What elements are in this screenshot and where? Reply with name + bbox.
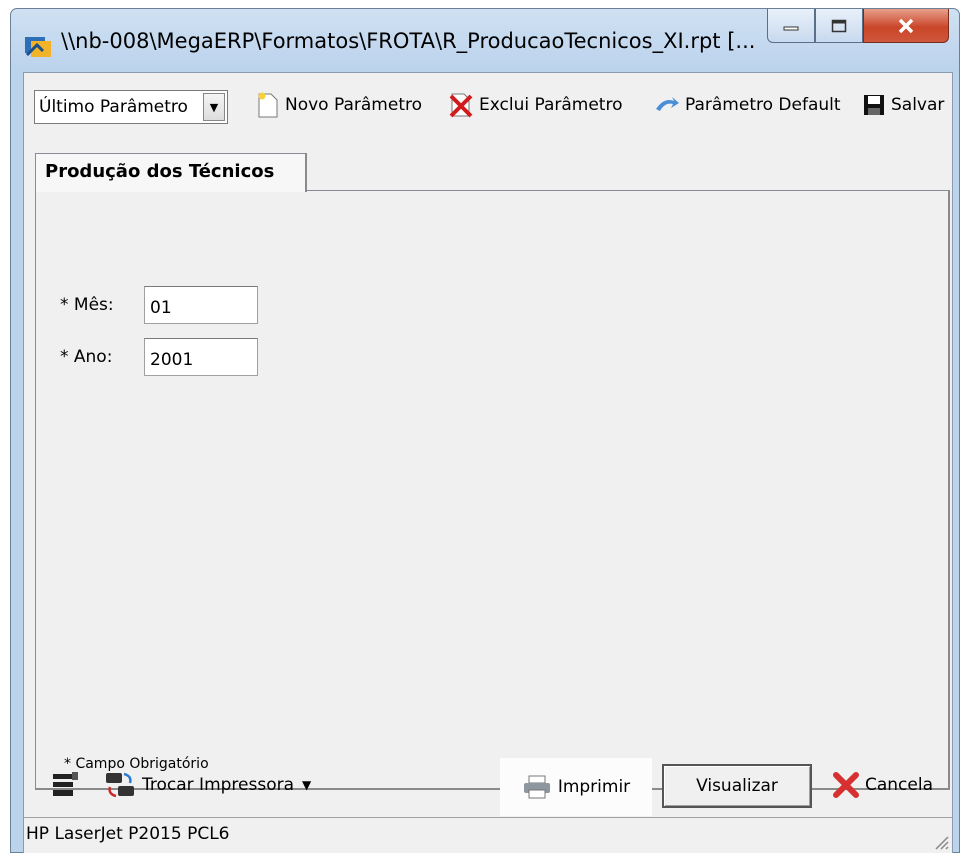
parameter-select[interactable]: Último Parâmetro ▼ — [34, 90, 228, 124]
printer-config-button[interactable] — [50, 767, 80, 803]
resize-grip-icon[interactable] — [930, 831, 950, 851]
tab-panel: * Mês: * Ano: * Campo Obrigatório — [35, 190, 950, 790]
toolbar: Último Parâmetro ▼ Novo Parâmetro Exclui… — [24, 73, 952, 135]
cancel-label: Cancela — [865, 775, 934, 795]
cancel-x-icon — [833, 772, 859, 798]
year-label: * Ano: — [60, 347, 113, 367]
view-label: Visualizar — [696, 776, 778, 796]
title-bar[interactable]: \\nb-008\MegaERP\Formatos\FROTA\R_Produc… — [11, 9, 959, 73]
save-label: Salvar — [891, 95, 945, 115]
printer-config-icon — [53, 772, 78, 796]
default-parameter-label: Parâmetro Default — [685, 95, 841, 115]
app-icon — [25, 37, 51, 57]
parameter-select-value: Último Parâmetro — [39, 97, 188, 117]
status-bar: HP LaserJet P2015 PCL6 — [24, 817, 952, 853]
printer-icon — [523, 775, 550, 799]
delete-icon — [449, 93, 473, 118]
month-field[interactable] — [144, 286, 258, 324]
swap-printer-icon — [106, 772, 134, 798]
window-title: \\nb-008\MegaERP\Formatos\FROTA\R_Produc… — [61, 29, 756, 53]
save-button[interactable]: Salvar — [862, 87, 944, 123]
minimize-button[interactable] — [767, 9, 815, 43]
chevron-down-icon[interactable]: ▼ — [203, 93, 225, 121]
client-area: Último Parâmetro ▼ Novo Parâmetro Exclui… — [23, 72, 953, 853]
tab-producao-tecnicos[interactable]: Produção dos Técnicos — [35, 153, 307, 192]
close-icon — [898, 18, 914, 33]
application-window: \\nb-008\MegaERP\Formatos\FROTA\R_Produc… — [10, 8, 960, 853]
new-parameter-label: Novo Parâmetro — [285, 95, 422, 115]
new-document-icon — [258, 92, 278, 118]
year-field[interactable] — [144, 338, 258, 376]
new-parameter-button[interactable]: Novo Parâmetro — [256, 87, 422, 123]
change-printer-label: Trocar Impressora — [142, 775, 295, 795]
month-label: * Mês: — [60, 295, 114, 315]
minimize-icon — [783, 26, 799, 30]
cancel-button[interactable]: Cancela — [832, 767, 933, 803]
close-button[interactable] — [863, 9, 949, 43]
delete-parameter-label: Exclui Parâmetro — [479, 95, 623, 115]
print-button[interactable]: Imprimir — [500, 758, 652, 816]
caret-down-icon[interactable]: ▼ — [302, 778, 311, 792]
print-label: Imprimir — [557, 777, 631, 797]
maximize-button[interactable] — [815, 9, 863, 43]
status-printer-name: HP LaserJet P2015 PCL6 — [26, 824, 230, 844]
change-printer-button[interactable]: Trocar Impressora ▼ — [104, 767, 311, 803]
delete-parameter-button[interactable]: Exclui Parâmetro — [448, 87, 623, 123]
default-arrow-icon — [656, 97, 679, 111]
default-parameter-button[interactable]: Parâmetro Default — [654, 87, 841, 123]
view-button[interactable]: Visualizar — [662, 764, 812, 808]
save-disk-icon — [864, 95, 884, 115]
maximize-icon — [831, 19, 847, 32]
